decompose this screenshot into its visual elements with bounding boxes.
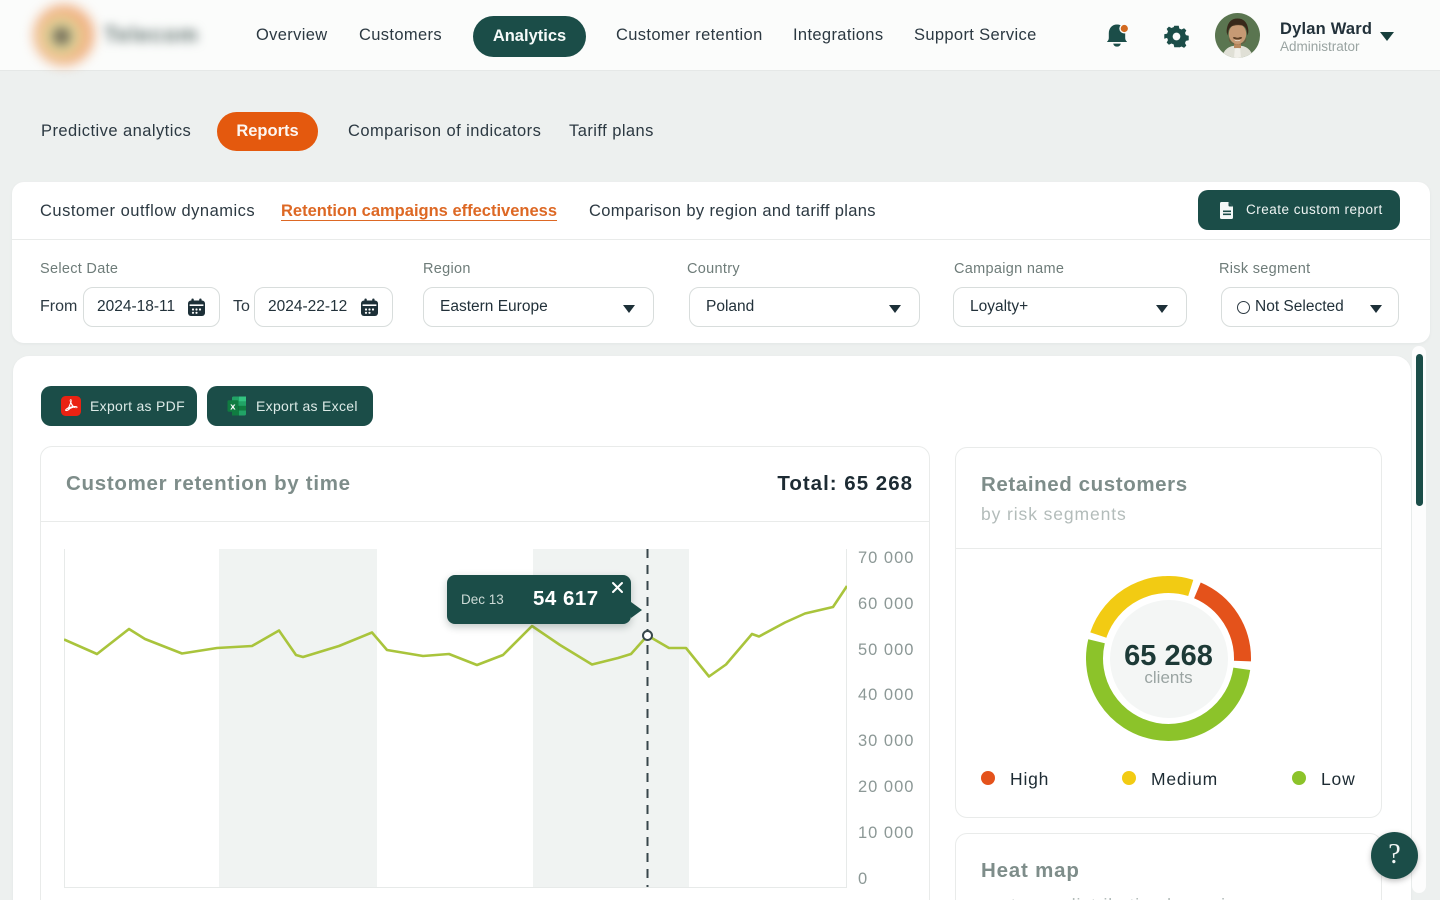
svg-text:x: x (230, 401, 236, 412)
